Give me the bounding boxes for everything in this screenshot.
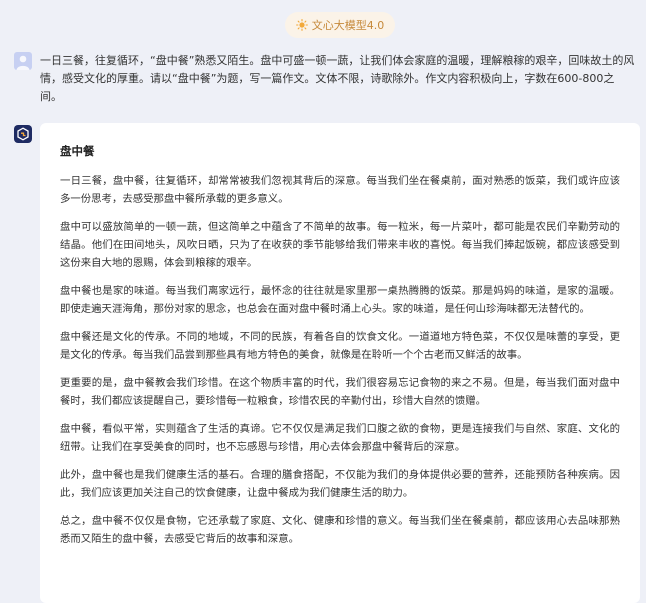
model-version-label: 文心大模型4.0	[311, 19, 385, 32]
essay-paragraph: 总之，盘中餐不仅仅是食物，它还承载了家庭、文化、健康和珍惜的意义。每当我们坐在餐…	[60, 515, 620, 545]
essay-paragraph: 一日三餐，盘中餐，往复循环，却常常被我们忽视其背后的深意。每当我们坐在餐桌前，面…	[60, 175, 620, 205]
essay-paragraph: 盘中餐还是文化的传承。不同的地域，不同的民族，有着各自的饮食文化。一道道地方特色…	[60, 331, 620, 361]
model-version-badge[interactable]: 文心大模型4.0	[285, 12, 395, 38]
essay-title: 盘中餐	[60, 144, 95, 158]
essay-paragraph: 盘中餐也是家的味道。每当我们离家远行，最怀念的往往就是家里那一桌热腾腾的饭菜。那…	[60, 285, 620, 315]
sun-icon	[295, 19, 308, 31]
essay-paragraph: 盘中可以盛放简单的一顿一蔬，但这简单之中蕴含了不简单的故事。每一粒米，每一片菜叶…	[60, 221, 620, 269]
user-prompt-text: 一日三餐，往复循环，“盘中餐”熟悉又陌生。盘中可盛一顿一蔬，让我们体会家庭的温暖…	[40, 54, 635, 103]
essay-paragraph: 盘中餐，看似平常，实则蕴含了生活的真谛。它不仅仅是满足我们口腹之欲的食物，更是连…	[60, 423, 620, 453]
essay-paragraph: 此外，盘中餐也是我们健康生活的基石。合理的膳食搭配，不仅能为我们的身体提供必要的…	[60, 469, 620, 499]
essay-paragraph: 更重要的是，盘中餐教会我们珍惜。在这个物质丰富的时代，我们很容易忘记食物的来之不…	[60, 377, 620, 407]
ernie-bot-avatar	[14, 125, 32, 143]
user-avatar	[14, 52, 32, 70]
response-card: 盘中餐 一日三餐，盘中餐，往复循环，却常常被我们忽视其背后的深意。每当我们坐在餐…	[40, 123, 640, 603]
